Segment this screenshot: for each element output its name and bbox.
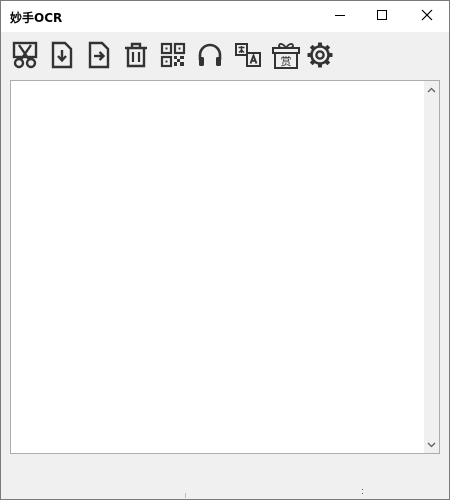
file-export-icon [88, 41, 110, 69]
speech-button[interactable] [195, 40, 225, 70]
scroll-down-button[interactable] [424, 436, 439, 453]
status-bar [1, 458, 449, 499]
settings-button[interactable] [305, 40, 335, 70]
import-file-button[interactable] [47, 40, 77, 70]
scroll-up-button[interactable] [424, 81, 439, 98]
vertical-scrollbar[interactable] [424, 81, 439, 453]
qr-code-icon [160, 42, 186, 68]
minimize-button[interactable] [317, 1, 362, 29]
qr-code-button[interactable] [158, 40, 188, 70]
chevron-down-icon [427, 442, 436, 447]
screenshot-button[interactable] [10, 40, 40, 70]
headphones-icon [198, 43, 222, 66]
status-divider [185, 493, 186, 498]
minimize-icon [334, 15, 345, 16]
title-bar[interactable]: 妙手OCR [1, 1, 449, 32]
translate-icon [235, 43, 261, 67]
chevron-up-icon [427, 87, 436, 92]
reward-button[interactable]: 赏 [271, 40, 301, 70]
reward-gift-icon: 赏 [272, 43, 300, 69]
close-icon [421, 9, 432, 21]
toolbar: 赏 [1, 32, 449, 78]
scissors-icon [12, 41, 38, 69]
translate-button[interactable] [233, 40, 263, 70]
status-text-left [5, 472, 183, 498]
maximize-icon [376, 10, 387, 20]
clear-button[interactable] [121, 40, 151, 70]
reward-gift-text: 赏 [281, 55, 292, 68]
window-title: 妙手OCR [10, 11, 63, 25]
file-import-icon [51, 41, 73, 69]
close-button[interactable] [404, 1, 449, 29]
app-window: 妙手OCR 赏 [0, 0, 450, 500]
maximize-button[interactable] [359, 1, 404, 29]
status-text-right [189, 472, 359, 498]
status-grip-dots [362, 489, 363, 494]
ocr-result-text[interactable] [13, 83, 423, 451]
gear-icon [307, 42, 333, 68]
ocr-result-textbox[interactable] [10, 80, 440, 454]
trash-icon [125, 42, 147, 68]
export-file-button[interactable] [84, 40, 114, 70]
